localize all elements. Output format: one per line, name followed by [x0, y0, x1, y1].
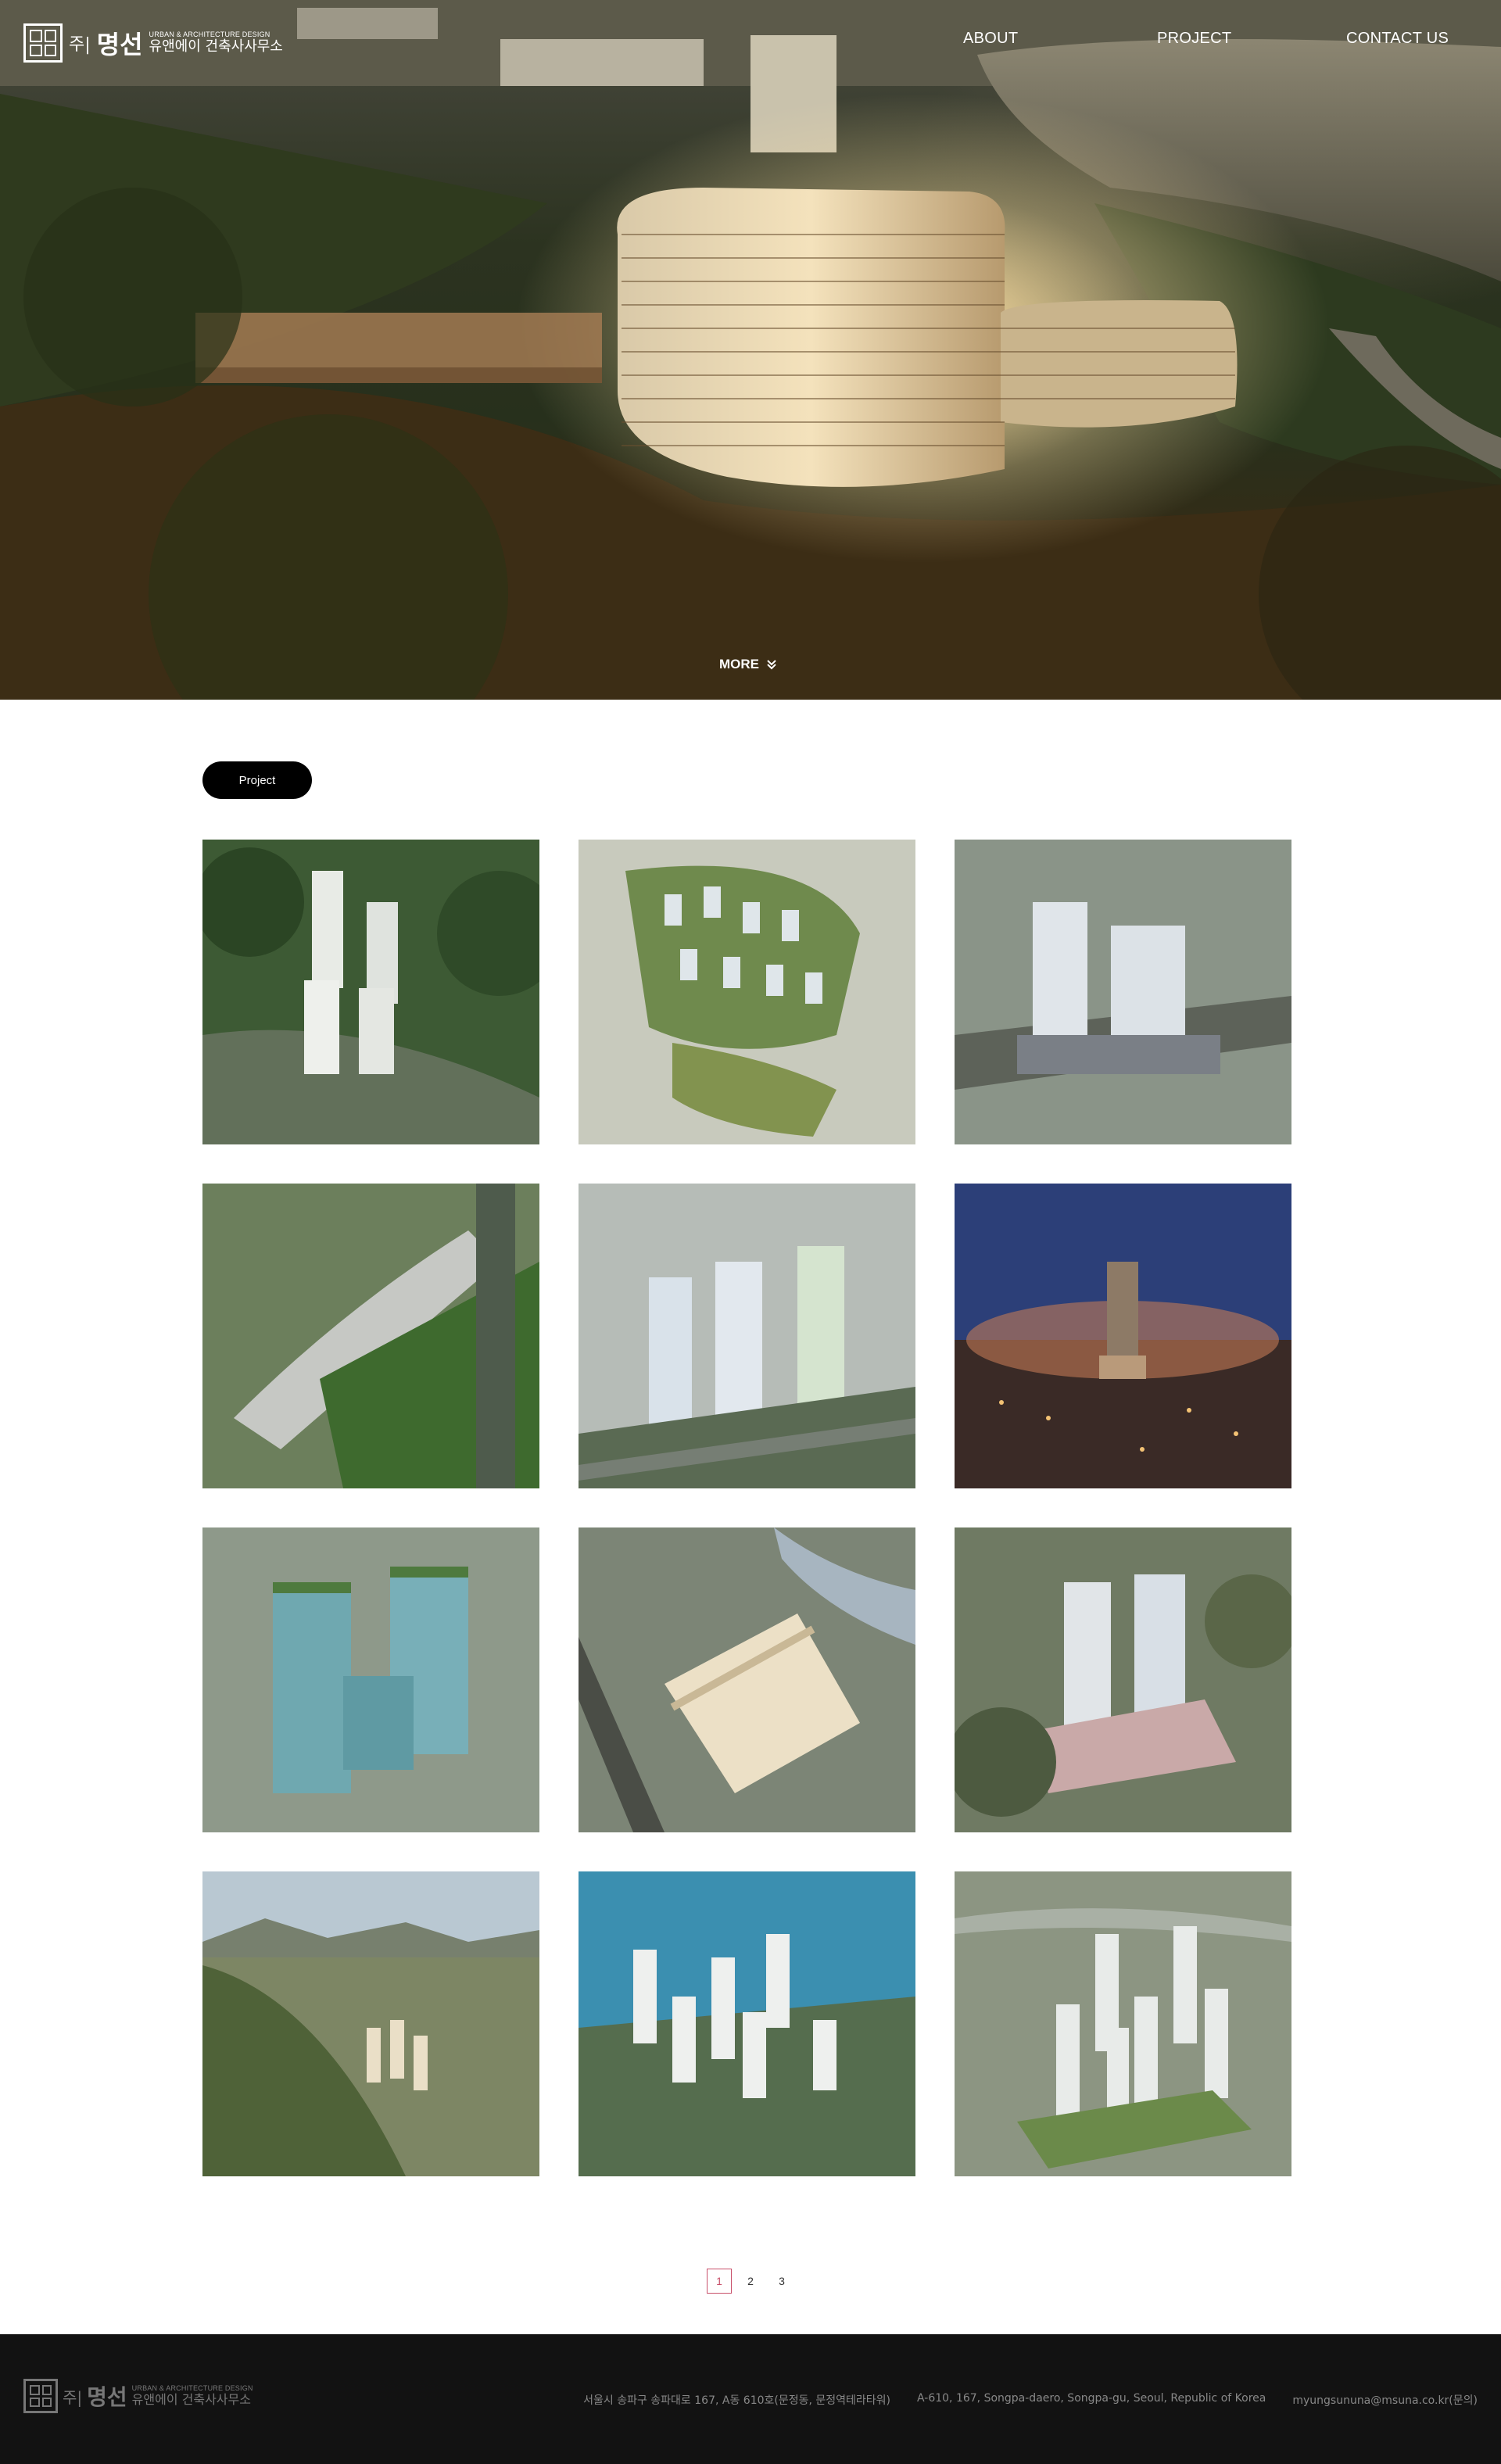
- nav-about[interactable]: ABOUT: [963, 30, 1018, 48]
- hero-banner: [0, 0, 1501, 700]
- footer-logo-tagline-ko: 유앤에이 건축사사무소: [131, 2392, 251, 2408]
- site-footer: 주| 명선 URBAN & ARCHITECTURE DESIGN 유앤에이 건…: [0, 2334, 1501, 2464]
- project-tile-9[interactable]: [955, 1527, 1291, 1832]
- project-tile-4[interactable]: [202, 1184, 539, 1488]
- project-image: [202, 1184, 539, 1488]
- project-tile-2[interactable]: [579, 840, 915, 1144]
- footer-address-ko: 서울시 송파구 송파대로 167, A동 610호(문정동, 문정역테라타워): [583, 2394, 891, 2407]
- footer-logo-name: 명선: [87, 2384, 127, 2410]
- project-image: [202, 1527, 539, 1832]
- project-tile-3[interactable]: [955, 840, 1291, 1144]
- project-image: [202, 840, 539, 1144]
- double-chevron-down-icon: [767, 660, 776, 670]
- page-button-2[interactable]: 2: [738, 2269, 763, 2294]
- project-tile-1[interactable]: [202, 840, 539, 1144]
- project-tile-12[interactable]: [955, 1871, 1291, 2176]
- site-logo[interactable]: 주| 명선 URBAN & ARCHITECTURE DESIGN 유앤에이 건…: [23, 23, 283, 63]
- project-tile-8[interactable]: [579, 1527, 915, 1832]
- footer-info: 서울시 송파구 송파대로 167, A동 610호(문정동, 문정역테라타워) …: [583, 2392, 1478, 2408]
- project-image: [579, 840, 915, 1144]
- project-tile-6[interactable]: [955, 1184, 1291, 1488]
- project-image: [579, 1871, 915, 2176]
- project-image: [202, 1871, 539, 2176]
- logo-mark-icon: [23, 23, 63, 63]
- nav-project[interactable]: PROJECT: [1157, 30, 1231, 48]
- more-label: MORE: [719, 657, 759, 672]
- more-button[interactable]: MORE: [719, 657, 778, 672]
- project-grid: [202, 840, 1295, 2176]
- project-image: [579, 1527, 915, 1832]
- logo-name: 명선: [96, 30, 143, 59]
- logo-prefix: 주|: [69, 35, 91, 55]
- nav-contact[interactable]: CONTACT US: [1346, 30, 1449, 48]
- project-tile-10[interactable]: [202, 1871, 539, 2176]
- project-image: [955, 840, 1291, 1144]
- page-button-1[interactable]: 1: [707, 2269, 732, 2294]
- logo-mark-icon: [23, 2379, 58, 2413]
- footer-email[interactable]: myungsununa@msuna.co.kr(문의): [1292, 2392, 1478, 2408]
- project-tile-5[interactable]: [579, 1184, 915, 1488]
- pagination: 1 2 3: [0, 2269, 1501, 2294]
- page-button-3[interactable]: 3: [769, 2269, 794, 2294]
- hero-rendering: [0, 0, 1501, 700]
- section-label: Project: [202, 761, 312, 799]
- project-image: [579, 1184, 915, 1488]
- footer-logo[interactable]: 주| 명선 URBAN & ARCHITECTURE DESIGN 유앤에이 건…: [23, 2379, 253, 2413]
- logo-tagline-ko: 유앤에이 건축사사무소: [149, 38, 283, 56]
- footer-logo-tagline: URBAN & ARCHITECTURE DESIGN 유앤에이 건축사사무소: [131, 2384, 253, 2408]
- project-tile-7[interactable]: [202, 1527, 539, 1832]
- footer-logo-prefix: 주|: [63, 2387, 83, 2407]
- project-tile-11[interactable]: [579, 1871, 915, 2176]
- footer-address-en: A-610, 167, Songpa-daero, Songpa-gu, Seo…: [917, 2392, 1266, 2405]
- project-image: [955, 1527, 1291, 1832]
- project-image: [955, 1871, 1291, 2176]
- logo-tagline: URBAN & ARCHITECTURE DESIGN 유앤에이 건축사사무소: [149, 30, 283, 56]
- project-image: [955, 1184, 1291, 1488]
